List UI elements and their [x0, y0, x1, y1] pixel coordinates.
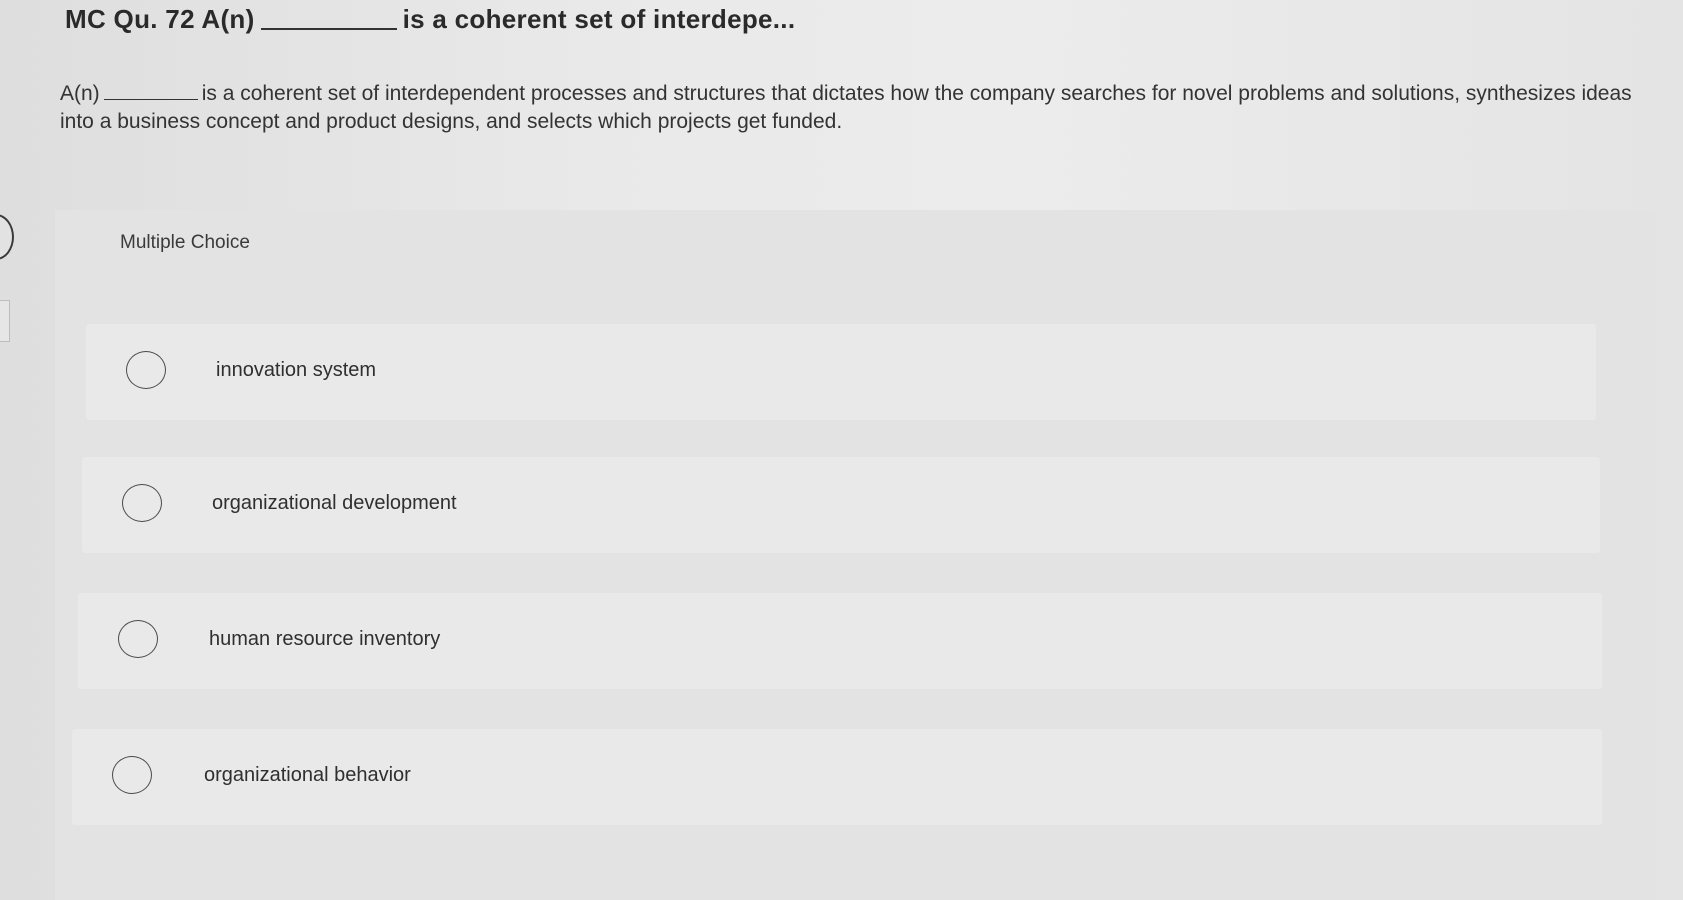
radio-button[interactable]: [122, 484, 162, 522]
question-blank: [103, 99, 198, 100]
collapse-handle-icon[interactable]: [0, 214, 14, 260]
question-body-text: is a coherent set of interdependent proc…: [60, 82, 1632, 133]
question-body-prefix: A(n): [60, 82, 100, 105]
choice-option-2[interactable]: organizational development: [82, 457, 1600, 553]
radio-button[interactable]: [112, 756, 152, 794]
radio-button[interactable]: [118, 620, 158, 658]
choice-label: human resource inventory: [209, 628, 441, 650]
choice-label: organizational development: [212, 492, 457, 514]
choice-label: innovation system: [216, 359, 377, 381]
choice-option-1[interactable]: innovation system: [86, 324, 1596, 420]
choice-option-4[interactable]: organizational behavior: [72, 729, 1602, 825]
question-title: MC Qu. 72 A(n) is a coherent set of inter…: [65, 4, 795, 35]
question-text: A(n) is a coherent set of interdependent …: [60, 80, 1640, 136]
title-blank: [260, 28, 397, 30]
question-title-suffix: is a coherent set of interdepe...: [402, 4, 796, 34]
choice-option-3[interactable]: human resource inventory: [78, 593, 1602, 689]
choice-label: organizational behavior: [204, 764, 411, 786]
multiple-choice-label: Multiple Choice: [120, 232, 250, 253]
radio-button[interactable]: [126, 351, 166, 389]
question-title-prefix: MC Qu. 72 A(n): [65, 4, 255, 34]
side-panel-edge: [0, 300, 10, 342]
